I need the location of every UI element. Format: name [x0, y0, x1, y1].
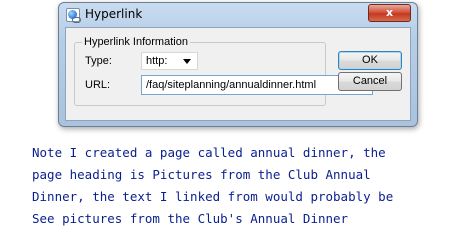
hyperlink-information-group: Hyperlink Information Type: http: URL: /… — [74, 36, 373, 106]
note-line: Note I created a page called annual dinn… — [32, 145, 386, 160]
ok-button[interactable]: OK — [338, 51, 402, 70]
title-bar[interactable]: Hyperlink x — [59, 3, 417, 27]
type-label: Type: — [85, 55, 112, 67]
dropdown-arrow-icon — [183, 59, 191, 64]
hyperlink-globe-icon — [66, 8, 81, 23]
type-select-value: http: — [146, 55, 168, 67]
dialog-body: Hyperlink Information Type: http: URL: /… — [65, 27, 411, 121]
note-line: page heading is Pictures from the Club A… — [32, 167, 371, 182]
group-label: Hyperlink Information — [82, 36, 190, 48]
type-select[interactable]: http: — [141, 52, 198, 70]
url-label: URL: — [85, 79, 111, 91]
note-line: Dinner, the text I linked from would pro… — [32, 189, 394, 204]
cancel-button[interactable]: Cancel — [338, 72, 402, 91]
close-button[interactable]: x — [368, 4, 411, 22]
note-line: See pictures from the Club's Annual Dinn… — [32, 211, 349, 226]
note-text: Note I created a page called annual dinn… — [32, 142, 472, 230]
close-icon: x — [385, 6, 394, 19]
hyperlink-dialog: Hyperlink x Hyperlink Information Type: … — [58, 2, 418, 127]
dialog-title: Hyperlink — [85, 7, 143, 21]
